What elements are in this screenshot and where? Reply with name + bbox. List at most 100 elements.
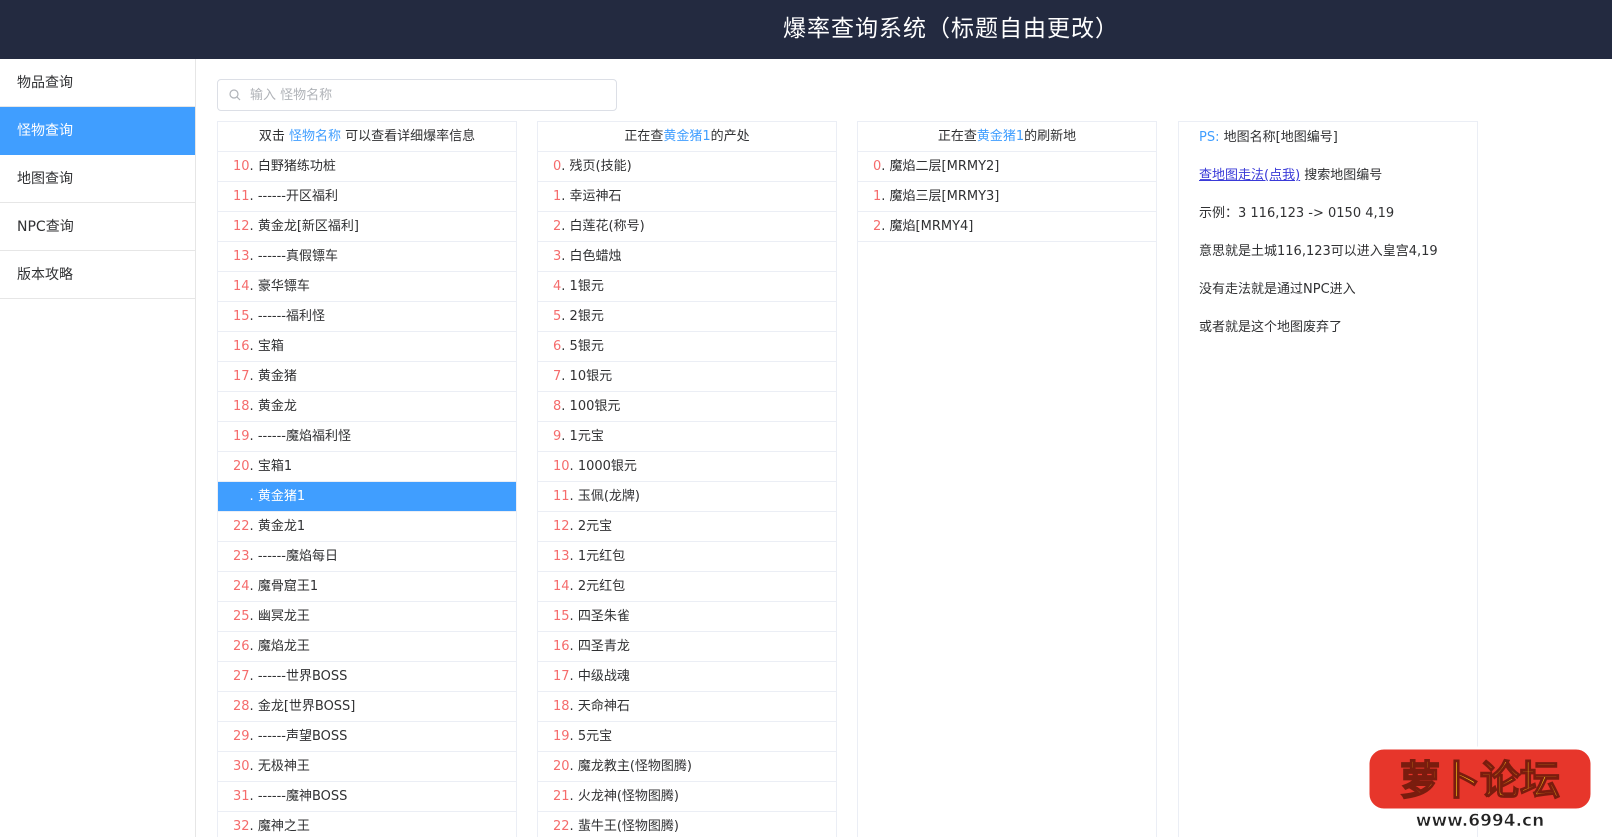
- monster-row[interactable]: 15. ------福利怪: [218, 302, 516, 332]
- row-name: ------魔焰每日: [257, 549, 338, 564]
- search-icon: [229, 89, 241, 101]
- drop-row[interactable]: 4. 1银元: [538, 272, 836, 302]
- drop-row[interactable]: 18. 天命神石: [538, 692, 836, 722]
- drop-row[interactable]: 7. 10银元: [538, 362, 836, 392]
- row-index: 27: [233, 669, 250, 684]
- monster-row[interactable]: 32. 魔神之王: [218, 812, 516, 837]
- drop-list-header: 正在查黄金猪1的产处: [538, 122, 836, 152]
- top-header: 爆率查询系统（标题自由更改）: [0, 0, 1612, 59]
- row-separator: .: [569, 759, 578, 774]
- row-name: 2银元: [569, 309, 604, 324]
- ps-label: PS:: [1199, 130, 1220, 145]
- row-index: 10: [553, 459, 570, 474]
- monster-row[interactable]: 14. 豪华镖车: [218, 272, 516, 302]
- drop-row[interactable]: 21. 火龙神(怪物图腾): [538, 782, 836, 812]
- drop-row[interactable]: 19. 5元宝: [538, 722, 836, 752]
- row-index: 19: [553, 729, 570, 744]
- row-name: 魔龙教主(怪物图腾): [577, 759, 692, 774]
- spawn-row[interactable]: 2. 魔焰[MRMY4]: [858, 212, 1156, 242]
- drop-row[interactable]: 12. 2元宝: [538, 512, 836, 542]
- sidebar-item-npc-query[interactable]: NPC查询: [0, 203, 195, 251]
- row-name: 魔焰三层[MRMY3]: [889, 189, 1000, 204]
- monster-row[interactable]: 21. 黄金猪1: [218, 482, 516, 512]
- row-separator: .: [561, 249, 570, 264]
- drop-row[interactable]: 3. 白色蜡烛: [538, 242, 836, 272]
- drop-row[interactable]: 1. 幸运神石: [538, 182, 836, 212]
- row-separator: .: [569, 699, 578, 714]
- monster-row[interactable]: 18. 黄金龙: [218, 392, 516, 422]
- row-separator: .: [569, 489, 578, 504]
- row-name: 100银元: [569, 399, 621, 414]
- drop-row[interactable]: 10. 1000银元: [538, 452, 836, 482]
- drop-row[interactable]: 14. 2元红包: [538, 572, 836, 602]
- drop-row[interactable]: 5. 2银元: [538, 302, 836, 332]
- header-highlight: 黄金猪1: [976, 129, 1025, 144]
- drop-row[interactable]: 2. 白莲花(称号): [538, 212, 836, 242]
- row-name: 残页(技能): [569, 159, 632, 174]
- row-name: 中级战魂: [577, 669, 630, 684]
- row-separator: .: [249, 729, 258, 744]
- row-separator: .: [561, 159, 570, 174]
- row-name: 火龙神(怪物图腾): [577, 789, 679, 804]
- row-name: 蜚牛王(怪物图腾): [577, 819, 679, 834]
- header-suffix: 的刷新地: [1024, 129, 1077, 144]
- monster-row[interactable]: 17. 黄金猪: [218, 362, 516, 392]
- monster-row[interactable]: 19. ------魔焰福利怪: [218, 422, 516, 452]
- monster-row[interactable]: 16. 宝箱: [218, 332, 516, 362]
- drop-row[interactable]: 6. 5银元: [538, 332, 836, 362]
- monster-row[interactable]: 29. ------声望BOSS: [218, 722, 516, 752]
- sidebar-item-item-query[interactable]: 物品查询: [0, 59, 195, 107]
- row-index: 11: [553, 489, 570, 504]
- row-separator: .: [561, 429, 570, 444]
- header-prefix: 正在查: [937, 129, 977, 144]
- drop-row[interactable]: 17. 中级战魂: [538, 662, 836, 692]
- monster-row[interactable]: 28. 金龙[世界BOSS]: [218, 692, 516, 722]
- search-input[interactable]: [250, 80, 610, 110]
- sidebar-item-map-query[interactable]: 地图查询: [0, 155, 195, 203]
- drop-row[interactable]: 11. 玉佩(龙牌): [538, 482, 836, 512]
- row-name: 黄金龙1: [257, 519, 306, 534]
- monster-row[interactable]: 23. ------魔焰每日: [218, 542, 516, 572]
- monster-row[interactable]: 24. 魔骨窟王1: [218, 572, 516, 602]
- row-index: 30: [233, 759, 250, 774]
- row-name: 无极神王: [257, 759, 310, 774]
- row-separator: .: [249, 159, 258, 174]
- monster-row[interactable]: 22. 黄金龙1: [218, 512, 516, 542]
- drop-row[interactable]: 9. 1元宝: [538, 422, 836, 452]
- row-separator: .: [561, 219, 570, 234]
- monster-row[interactable]: 12. 黄金龙[新区福利]: [218, 212, 516, 242]
- sidebar-item-version-guide[interactable]: 版本攻略: [0, 251, 195, 299]
- drop-row[interactable]: 0. 残页(技能): [538, 152, 836, 182]
- monster-row[interactable]: 20. 宝箱1: [218, 452, 516, 482]
- monster-row[interactable]: 27. ------世界BOSS: [218, 662, 516, 692]
- row-separator: .: [249, 489, 258, 504]
- row-separator: .: [249, 219, 258, 234]
- row-name: 5银元: [569, 339, 604, 354]
- map-route-link[interactable]: 查地图走法(点我): [1199, 168, 1300, 183]
- ps-line: PS: 地图名称[地图编号]: [1199, 130, 1477, 168]
- monster-row[interactable]: 26. 魔焰龙王: [218, 632, 516, 662]
- drop-row[interactable]: 16. 四圣青龙: [538, 632, 836, 662]
- monster-row[interactable]: 30. 无极神王: [218, 752, 516, 782]
- monster-row[interactable]: 13. ------真假镖车: [218, 242, 516, 272]
- drop-row[interactable]: 20. 魔龙教主(怪物图腾): [538, 752, 836, 782]
- monster-row[interactable]: 11. ------开区福利: [218, 182, 516, 212]
- row-name: 魔神之王: [257, 819, 310, 834]
- monster-row[interactable]: 10. 白野猪练功桩: [218, 152, 516, 182]
- drop-row[interactable]: 22. 蜚牛王(怪物图腾): [538, 812, 836, 837]
- drop-row[interactable]: 15. 四圣朱雀: [538, 602, 836, 632]
- row-name: 黄金龙: [257, 399, 297, 414]
- row-index: 22: [233, 519, 250, 534]
- monster-row[interactable]: 31. ------魔神BOSS: [218, 782, 516, 812]
- row-separator: .: [249, 789, 258, 804]
- spawn-row[interactable]: 1. 魔焰三层[MRMY3]: [858, 182, 1156, 212]
- monster-row[interactable]: 25. 幽冥龙王: [218, 602, 516, 632]
- drop-row[interactable]: 13. 1元红包: [538, 542, 836, 572]
- row-name: 黄金猪1: [257, 489, 306, 504]
- sidebar-item-monster-query[interactable]: 怪物查询: [0, 107, 195, 155]
- row-name: 黄金猪: [257, 369, 297, 384]
- drop-row[interactable]: 8. 100银元: [538, 392, 836, 422]
- spawn-row[interactable]: 0. 魔焰二层[MRMY2]: [858, 152, 1156, 182]
- page-title: 爆率查询系统（标题自由更改）: [783, 16, 1119, 42]
- row-index: 31: [233, 789, 250, 804]
